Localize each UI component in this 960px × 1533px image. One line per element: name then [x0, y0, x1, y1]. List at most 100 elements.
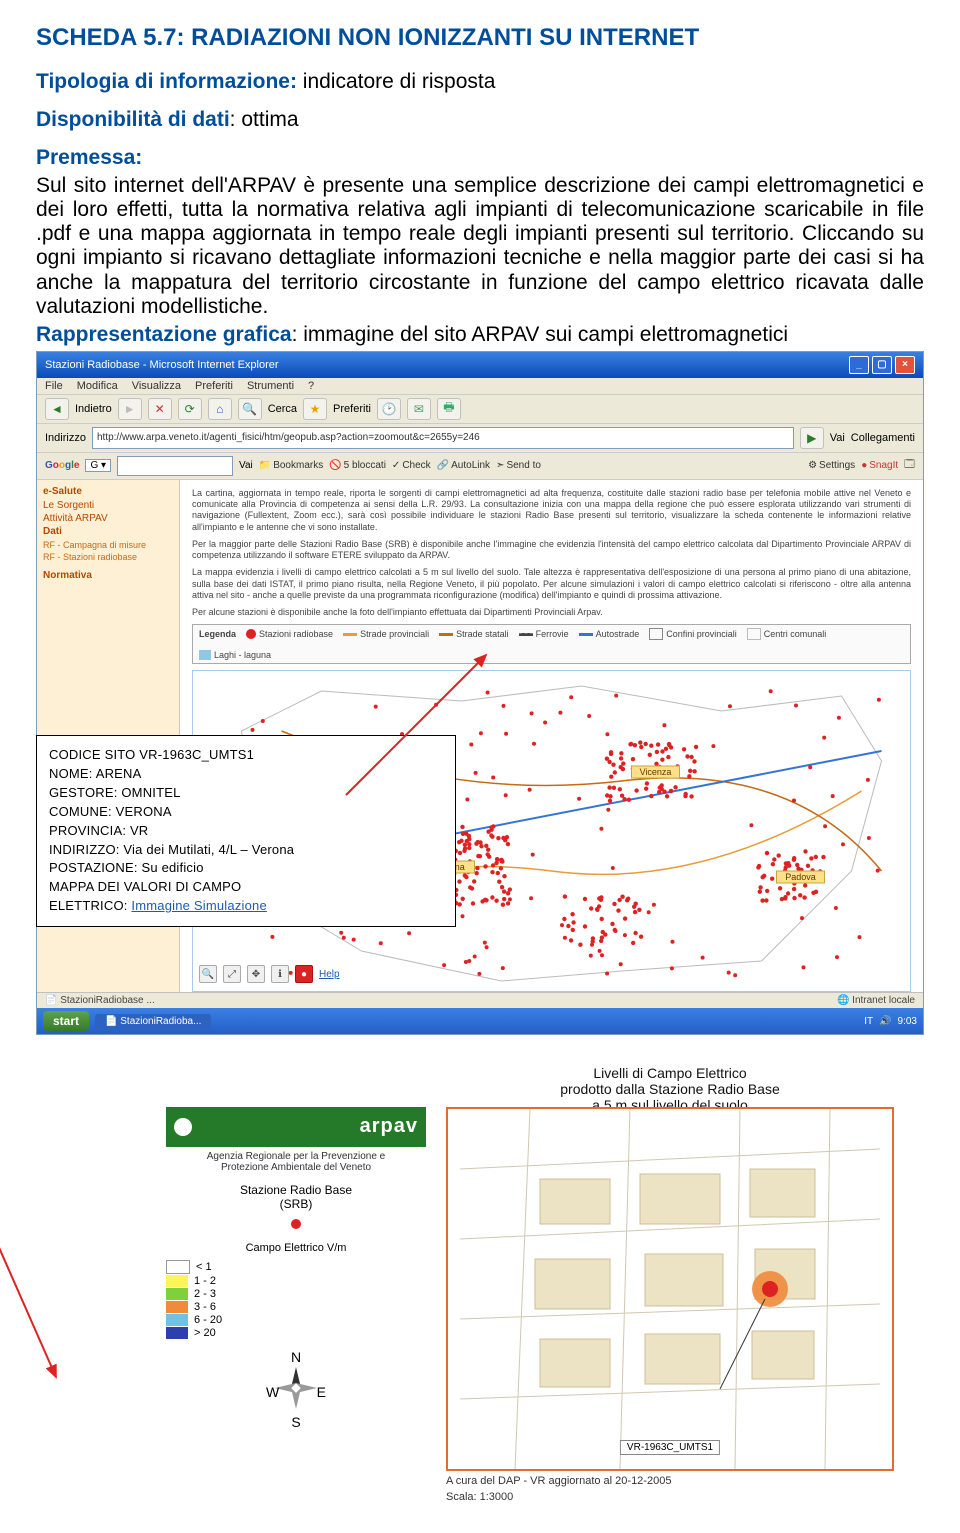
- premessa-heading: Premessa:: [36, 146, 924, 170]
- sidebar-item[interactable]: RF - Campagna di misure: [43, 540, 173, 550]
- arpav-logo-icon: [174, 1118, 192, 1136]
- ce-legend-row: 3 - 6: [166, 1301, 426, 1313]
- favorites-icon[interactable]: ★: [303, 398, 327, 420]
- legend-text: Centri comunali: [764, 629, 827, 639]
- sidebar-item[interactable]: RF - Stazioni radiobase: [43, 552, 173, 562]
- indirizzo-value: Via dei Mutilati, 4/L – Verona: [123, 842, 294, 857]
- maximize-button[interactable]: ▢: [872, 356, 892, 374]
- legend-label: Legenda: [199, 629, 236, 639]
- check-button[interactable]: ✓ Check: [392, 460, 431, 471]
- mail-icon[interactable]: ✉: [407, 398, 431, 420]
- google-search-input[interactable]: [117, 456, 233, 476]
- window-title: Stazioni Radiobase - Microsoft Internet …: [45, 359, 279, 371]
- forward-button[interactable]: ►: [118, 398, 142, 420]
- disponibilita-line: Disponibilità di dati: ottima: [36, 108, 924, 132]
- menu-item[interactable]: Modifica: [77, 380, 118, 392]
- srb-title: Stazione Radio Base (SRB): [166, 1183, 426, 1211]
- menu-item[interactable]: ?: [308, 380, 314, 392]
- menu-item[interactable]: Visualizza: [132, 380, 181, 392]
- legend-swatch-icon: [343, 633, 357, 636]
- description-2: Per la maggior parte delle Stazioni Radi…: [192, 539, 911, 562]
- description-1: La cartina, aggiornata in tempo reale, r…: [192, 488, 911, 533]
- ce-level-label: 2 - 3: [194, 1288, 216, 1300]
- menu-item[interactable]: Preferiti: [195, 380, 233, 392]
- provincia-value: VR: [130, 823, 148, 838]
- ce-legend-row: 1 - 2: [166, 1275, 426, 1287]
- rappresentazione-value: : immagine del sito ARPAV sui campi elet…: [292, 323, 788, 346]
- zoom-out-icon[interactable]: ⤢: [223, 965, 241, 983]
- legend-text: Stazioni radiobase: [259, 629, 333, 639]
- sheet-title: SCHEDA 5.7: RADIAZIONI NON IONIZZANTI SU…: [36, 24, 924, 52]
- compass-icon: [273, 1365, 319, 1411]
- taskbar: start 📄 StazioniRadioba... IT 🔊 9:03: [37, 1008, 923, 1034]
- lower-arrow-icon: [0, 1127, 66, 1387]
- pan-icon[interactable]: ✥: [247, 965, 265, 983]
- comune-label: COMUNE:: [49, 804, 116, 819]
- go-button[interactable]: ▶: [800, 427, 824, 449]
- back-button[interactable]: ◄: [45, 398, 69, 420]
- google-go[interactable]: Vai: [239, 460, 253, 471]
- menu-item[interactable]: File: [45, 380, 63, 392]
- right-map-title: Livelli di Campo Elettrico prodotto dall…: [446, 1065, 894, 1113]
- zoom-in-icon[interactable]: 🔍: [199, 965, 217, 983]
- sidebar-item[interactable]: Le Sorgenti: [43, 500, 173, 511]
- help-icon[interactable]: ●: [295, 965, 313, 983]
- rappresentazione-line: Rappresentazione grafica: immagine del s…: [36, 323, 924, 347]
- settings-button[interactable]: ⚙ Settings: [808, 460, 855, 471]
- status-left: 📄 StazioniRadiobase ...: [45, 995, 155, 1006]
- snagit-window-icon[interactable]: 🗔: [904, 457, 915, 474]
- sidebar-head[interactable]: e-Salute: [43, 486, 173, 497]
- arpav-legend-panel: arpav Agenzia Regionale per la Prevenzio…: [166, 1107, 426, 1503]
- bookmarks-button[interactable]: 📁 Bookmarks: [259, 460, 323, 471]
- sidebar-head[interactable]: Dati: [43, 526, 173, 537]
- lower-images: arpav Agenzia Regionale per la Prevenzio…: [36, 1107, 924, 1503]
- snagit-button[interactable]: ● SnagIt: [861, 460, 898, 471]
- home-button[interactable]: ⌂: [208, 398, 232, 420]
- taskbar-item[interactable]: 📄 StazioniRadioba...: [95, 1014, 211, 1029]
- start-button[interactable]: start: [43, 1011, 89, 1031]
- popup-blocked[interactable]: 🚫 5 bloccati: [329, 460, 386, 471]
- tray-icon[interactable]: 🔊: [879, 1016, 891, 1027]
- legend-swatch-icon: [649, 628, 663, 640]
- station-label: VR-1963C_UMTS1: [620, 1440, 720, 1455]
- disponibilita-value: : ottima: [230, 108, 299, 131]
- refresh-button[interactable]: ⟳: [178, 398, 202, 420]
- google-logo: Google: [45, 460, 79, 471]
- map-legend-bar: Legenda Stazioni radiobase Strade provin…: [192, 624, 911, 664]
- status-bar: 📄 StazioniRadiobase ... 🌐 Intranet local…: [37, 992, 923, 1008]
- nome-label: NOME:: [49, 766, 96, 781]
- window-titlebar: Stazioni Radiobase - Microsoft Internet …: [37, 352, 923, 378]
- stop-button[interactable]: ✕: [148, 398, 172, 420]
- ce-level-label: 3 - 6: [194, 1301, 216, 1313]
- autolink-button[interactable]: 🔗 AutoLink: [437, 460, 490, 471]
- google-dropdown[interactable]: G ▾: [85, 459, 111, 472]
- tray-lang[interactable]: IT: [864, 1016, 873, 1027]
- ce-level-label: 6 - 20: [194, 1314, 222, 1326]
- links-label[interactable]: Collegamenti: [851, 432, 915, 444]
- arpav-name: arpav: [360, 1115, 418, 1138]
- history-icon[interactable]: 🕑: [377, 398, 401, 420]
- status-right: 🌐 Intranet locale: [837, 995, 915, 1006]
- simulazione-link[interactable]: Immagine Simulazione: [131, 898, 267, 913]
- compass-w: W: [266, 1384, 279, 1400]
- back-label: Indietro: [75, 403, 112, 415]
- info-icon[interactable]: ℹ: [271, 965, 289, 983]
- minimize-button[interactable]: _: [849, 356, 869, 374]
- search-icon[interactable]: 🔍: [238, 398, 262, 420]
- station-callout: CODICE SITO VR-1963C_UMTS1 NOME: ARENA G…: [36, 735, 456, 927]
- ce-legend-row: < 1: [166, 1260, 426, 1274]
- ce-level-label: < 1: [196, 1261, 212, 1273]
- help-link[interactable]: Help: [319, 969, 340, 980]
- sidebar-head[interactable]: Normativa: [43, 570, 173, 581]
- elettrico-label: ELETTRICO:: [49, 898, 131, 913]
- address-input[interactable]: [92, 427, 794, 449]
- close-button[interactable]: ×: [895, 356, 915, 374]
- description-3: La mappa evidenzia i livelli di campo el…: [192, 567, 911, 601]
- postazione-label: POSTAZIONE:: [49, 860, 141, 875]
- sendto-button[interactable]: ➣ Send to: [496, 460, 541, 471]
- compass-e: E: [317, 1384, 326, 1400]
- map-footer-2: Scala: 1:3000: [446, 1491, 894, 1503]
- menu-item[interactable]: Strumenti: [247, 380, 294, 392]
- print-icon[interactable]: 🖶: [437, 398, 461, 420]
- sidebar-item[interactable]: Attività ARPAV: [43, 513, 173, 524]
